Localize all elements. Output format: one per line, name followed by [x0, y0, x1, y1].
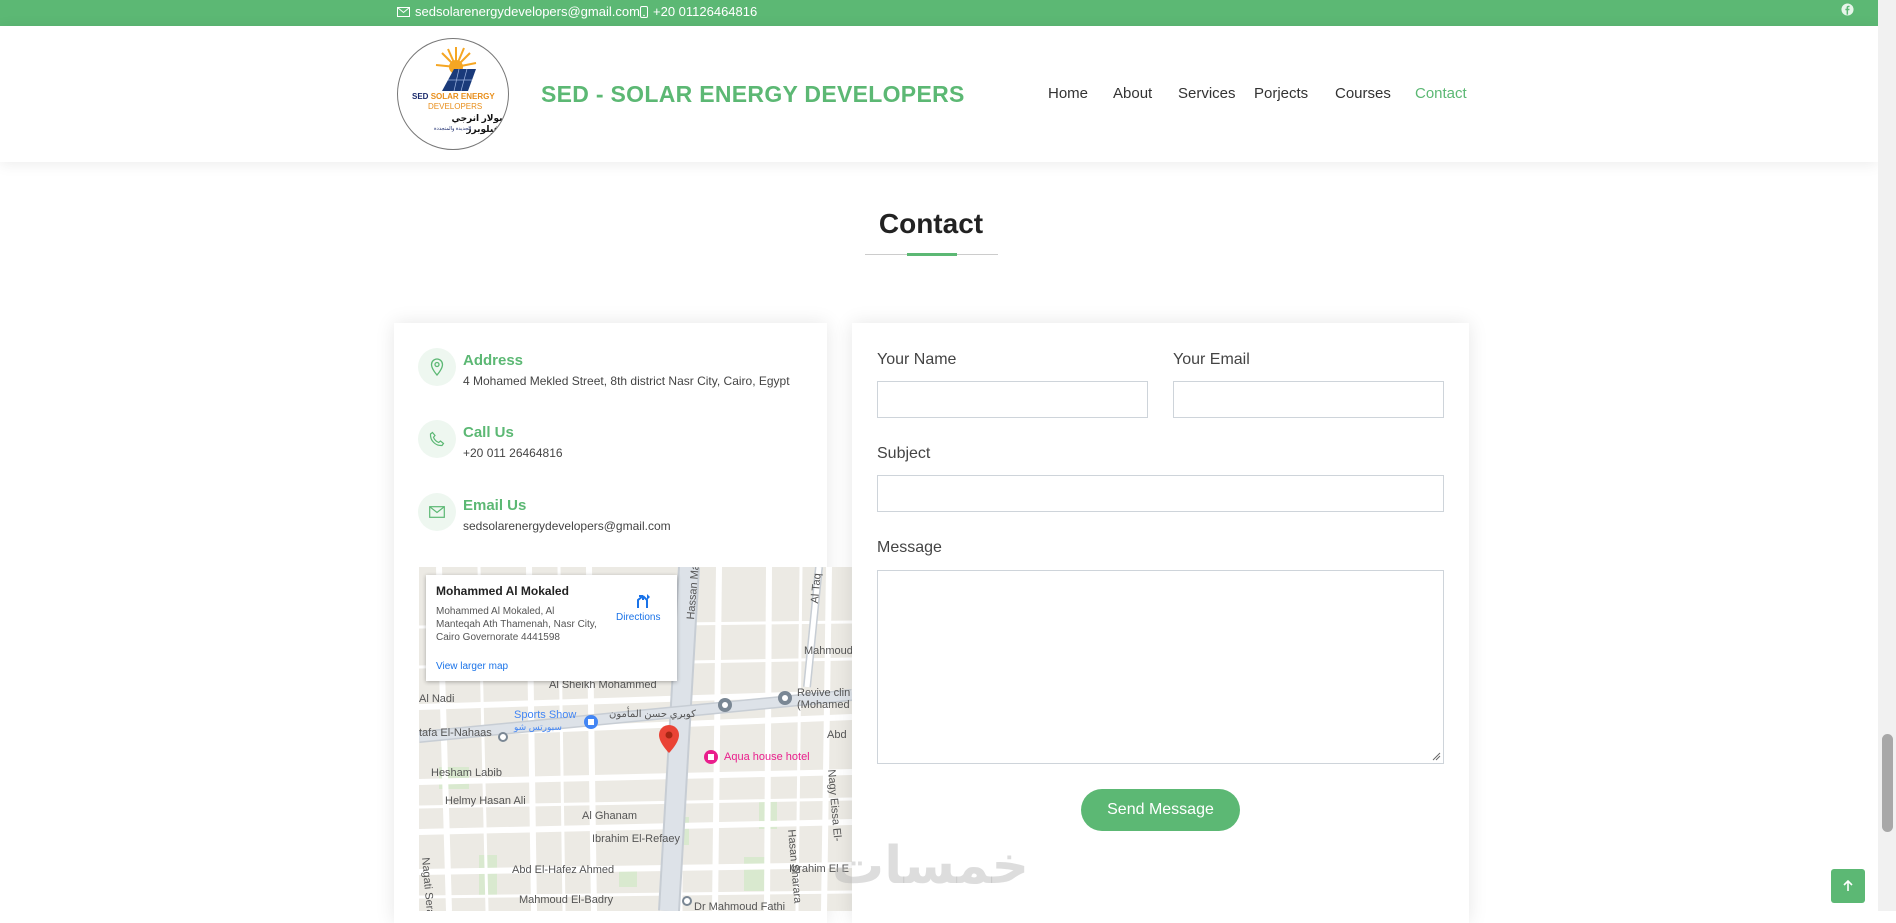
top-bar: sedsolarenergydevelopers@gmail.com +20 0… — [0, 0, 1878, 26]
nav-services[interactable]: Services — [1178, 85, 1236, 102]
envelope-icon — [397, 6, 410, 17]
embedded-map[interactable]: Sports Show سبورتس شو Aqua house hotel A… — [419, 567, 852, 911]
map-label-aqua: Aqua house hotel — [724, 751, 810, 763]
map-pin-icon — [418, 348, 456, 386]
map-label-sports-show-ar: سبورتس شو — [514, 722, 562, 732]
address-text: 4 Mohamed Mekled Street, 8th district Na… — [463, 374, 790, 388]
site-header: SED SOLAR ENERGY DEVELOPERS سولار انرجي … — [0, 26, 1878, 162]
topbar-phone[interactable]: +20 01126464816 — [640, 4, 757, 19]
directions-icon[interactable] — [634, 592, 652, 610]
map-label-kobry: كوبري حسن المأمون — [609, 709, 696, 720]
map-label-sports-show: Sports Show — [514, 709, 577, 721]
brand-title[interactable]: SED - SOLAR ENERGY DEVELOPERS — [541, 81, 965, 108]
directions-link[interactable]: Directions — [616, 612, 660, 623]
message-textarea[interactable] — [877, 570, 1444, 764]
map-label-abd: Abd El-Hafez Ahmed — [512, 864, 615, 876]
solar-panel-logo-icon — [435, 47, 477, 92]
resize-handle-icon[interactable] — [1432, 752, 1441, 761]
map-place-card: Mohammed Al Mokaled Mohammed Al Mokaled,… — [426, 575, 677, 681]
page-scrollbar-thumb[interactable] — [1882, 734, 1893, 832]
subject-input[interactable] — [877, 475, 1444, 512]
email-input[interactable] — [1173, 381, 1444, 418]
back-to-top-button[interactable] — [1831, 869, 1865, 903]
email-label: Your Email — [1173, 351, 1250, 368]
view-larger-map-link[interactable]: View larger map — [436, 661, 508, 672]
nav-projects[interactable]: Porjects — [1254, 85, 1308, 102]
map-label-helmy: Helmy Hasan Ali — [445, 795, 526, 807]
site-logo[interactable]: SED SOLAR ENERGY DEVELOPERS سولار انرجي … — [397, 38, 509, 150]
map-label-revive: Revive clin — [797, 687, 851, 699]
map-label-al-nadi: Al Nadi — [419, 693, 455, 705]
map-label-mahmoud-badry: Mahmoud El-Badry — [519, 894, 614, 906]
nav-about[interactable]: About — [1113, 85, 1152, 102]
map-label-mahmoud: Mahmoud — [804, 645, 852, 657]
email-text[interactable]: sedsolarenergydevelopers@gmail.com — [463, 519, 671, 533]
envelope-icon — [418, 493, 456, 531]
topbar-email-text: sedsolarenergydevelopers@gmail.com — [415, 4, 640, 19]
name-input[interactable] — [877, 381, 1148, 418]
address-title: Address — [463, 352, 524, 369]
email-title: Email Us — [463, 497, 527, 514]
logo-text-arabic-small: الجديدة والمتجددة — [434, 126, 472, 132]
topbar-phone-text: +20 01126464816 — [653, 4, 758, 19]
map-label-revive2: (Mohamed — [797, 699, 850, 711]
nav-contact[interactable]: Contact — [1415, 85, 1467, 102]
facebook-icon[interactable] — [1841, 3, 1854, 16]
logo-text-line1: SED SOLAR ENERGY — [412, 92, 495, 101]
call-text[interactable]: +20 011 26464816 — [463, 446, 563, 460]
name-label: Your Name — [877, 351, 957, 368]
phone-icon — [418, 420, 456, 458]
logo-text-line2: DEVELOPERS — [428, 102, 483, 111]
map-label-dr-mahmoud: Dr Mahmoud Fathi — [694, 901, 786, 911]
title-accent-bar — [907, 253, 957, 256]
message-label: Message — [877, 539, 942, 556]
subject-label: Subject — [877, 445, 931, 462]
phone-icon — [640, 5, 648, 18]
section-title: Contact — [878, 208, 984, 239]
send-message-button[interactable]: Send Message — [1081, 789, 1240, 831]
map-label-ghanam: Al Ghanam — [582, 810, 638, 822]
map-label-ibrahim: Ibrahim El-Refaey — [592, 833, 681, 845]
arrow-up-icon — [1843, 880, 1853, 891]
nav-courses[interactable]: Courses — [1335, 85, 1391, 102]
watermark-logo: خمسات — [832, 837, 1030, 895]
map-label-abd2: Abd — [827, 729, 847, 741]
nav-home[interactable]: Home — [1048, 85, 1088, 102]
map-place-name: Mohammed Al Mokaled — [436, 584, 569, 598]
map-place-address: Mohammed Al Mokaled, Al Manteqah Ath Tha… — [436, 606, 597, 643]
map-label-hesham: Hesham Labib — [431, 767, 502, 779]
map-label-mostafa: tafa El-Nahaas — [419, 727, 492, 739]
topbar-email[interactable]: sedsolarenergydevelopers@gmail.com — [397, 4, 640, 19]
call-title: Call Us — [463, 424, 514, 441]
